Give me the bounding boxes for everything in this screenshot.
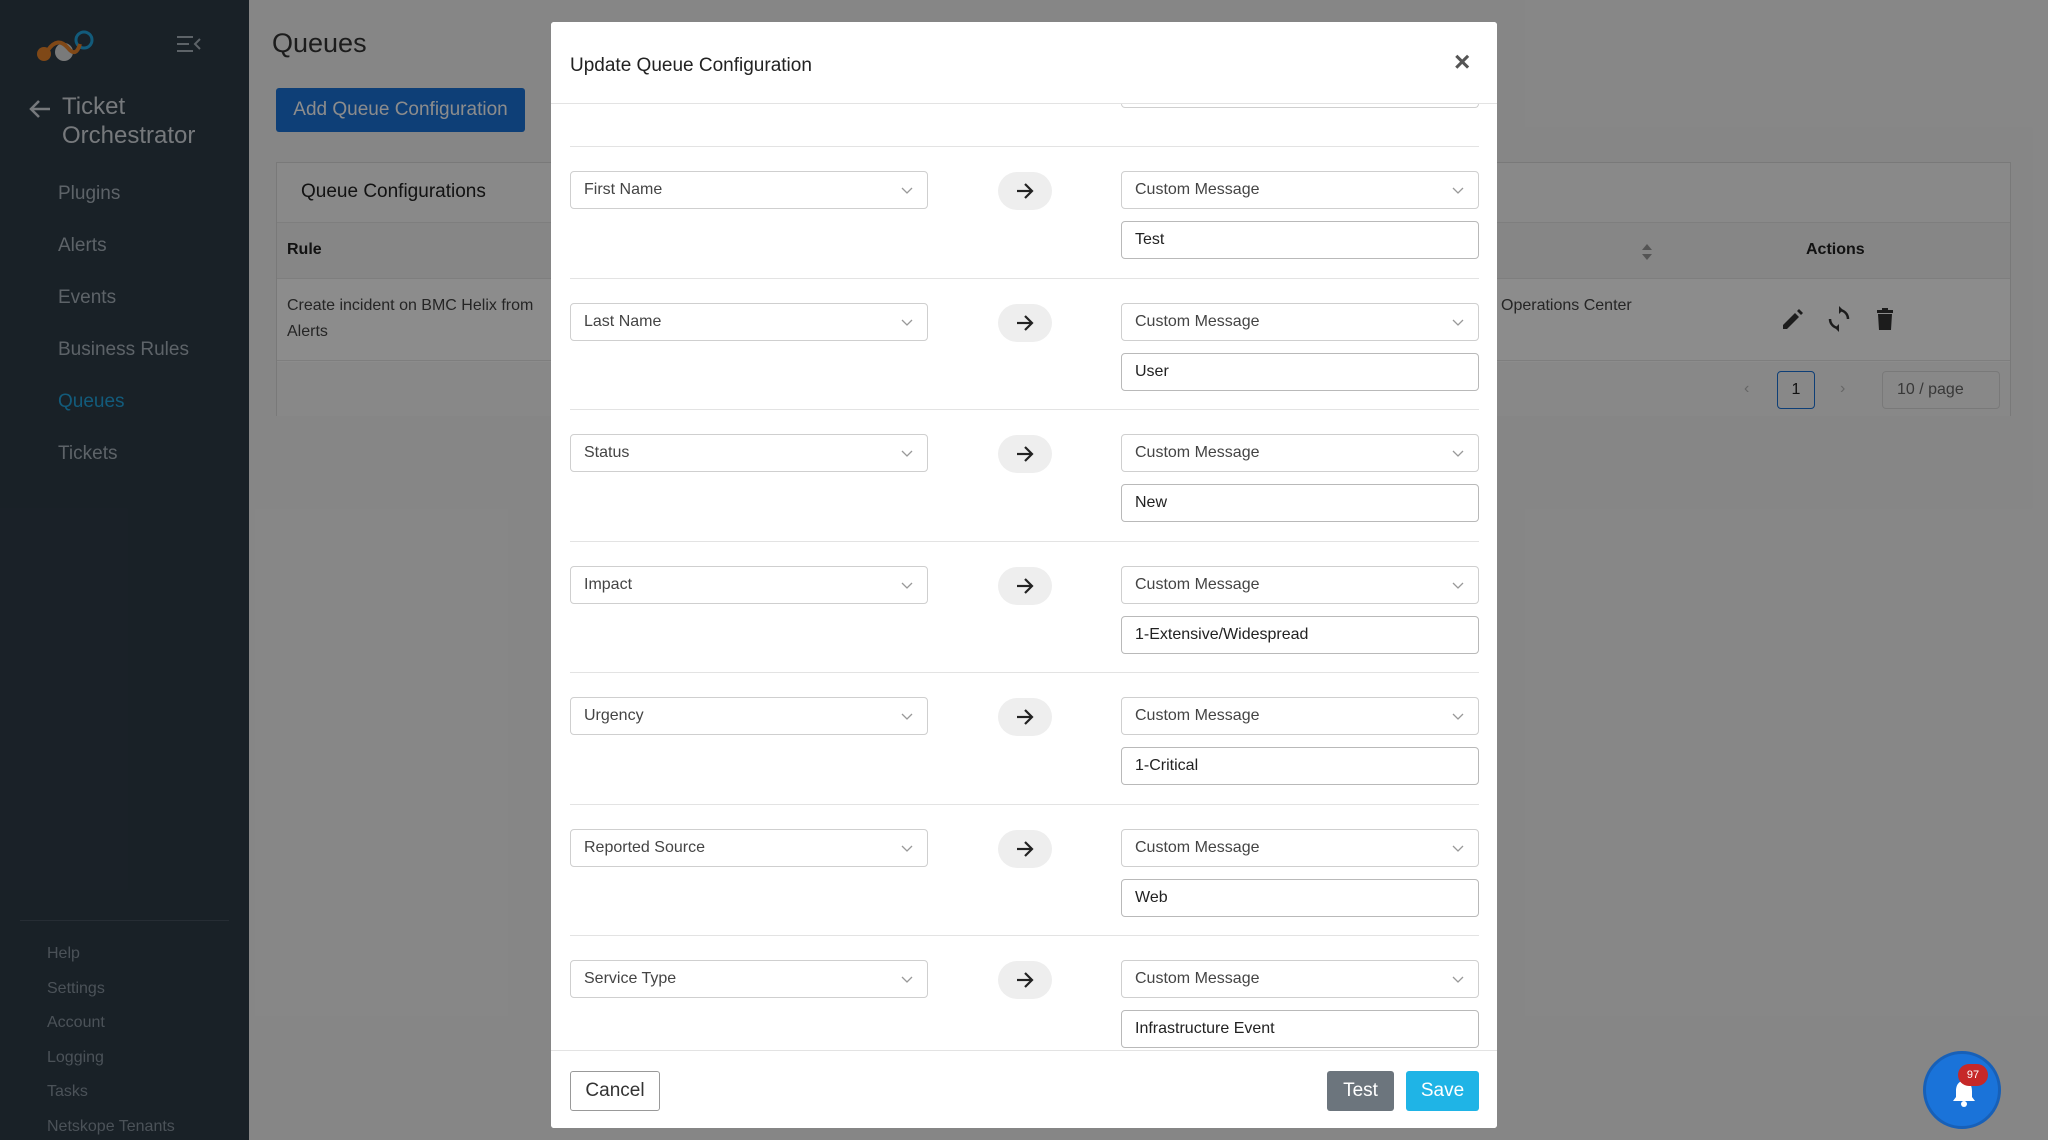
field-mapping-row: Urgency Custom Message: [570, 672, 1479, 804]
source-field-value: Service Type: [584, 970, 677, 987]
map-arrow-button[interactable]: [998, 566, 1052, 605]
chevron-down-icon: [1452, 582, 1464, 589]
arrow-right-icon: [1017, 577, 1034, 594]
chevron-down-icon: [901, 187, 913, 194]
source-field-select[interactable]: Reported Source: [570, 828, 928, 867]
source-field-select[interactable]: Last Name: [570, 302, 928, 341]
source-field-value: Status: [584, 444, 630, 461]
target-type-value: Custom Message: [1135, 444, 1260, 461]
field-mapping-row: Impact Custom Message: [570, 540, 1479, 673]
source-field-select[interactable]: Status: [570, 434, 928, 472]
map-arrow-button[interactable]: [998, 435, 1052, 473]
map-arrow-button[interactable]: [998, 961, 1052, 999]
source-field-value: First Name: [584, 181, 663, 198]
chevron-down-icon: [1452, 187, 1464, 194]
target-type-value: Custom Message: [1135, 181, 1260, 198]
chevron-down-icon: [901, 976, 913, 983]
custom-message-input[interactable]: [1121, 615, 1479, 654]
arrow-right-icon: [1017, 446, 1034, 462]
map-arrow-button[interactable]: [998, 829, 1052, 868]
modal-footer: Cancel Test Save: [551, 1050, 1497, 1128]
custom-message-input[interactable]: [1121, 1010, 1479, 1048]
field-mapping-row: Service Type Custom Message: [570, 935, 1479, 1067]
field-mapping-row: Reported Source Custom Message: [570, 803, 1479, 936]
target-type-value: Custom Message: [1135, 838, 1260, 856]
custom-message-input[interactable]: [1121, 352, 1479, 391]
field-mapping-row: First Name Custom Message: [570, 146, 1479, 278]
chevron-down-icon: [901, 845, 913, 852]
field-mapping-row: Last Name Custom Message: [570, 277, 1479, 410]
notification-count-badge: 97: [1958, 1064, 1988, 1086]
chevron-down-icon: [1452, 319, 1464, 326]
modal-title: Update Queue Configuration: [570, 55, 812, 76]
chevron-down-icon: [901, 450, 913, 457]
custom-message-input[interactable]: [1121, 221, 1479, 259]
source-field-value: Last Name: [584, 312, 662, 330]
chevron-down-icon: [1452, 845, 1464, 852]
source-field-select[interactable]: Urgency: [570, 697, 928, 735]
chevron-down-icon: [1452, 450, 1464, 457]
source-field-select[interactable]: Service Type: [570, 960, 928, 998]
arrow-right-icon: [1017, 972, 1034, 988]
source-field-select[interactable]: Impact: [570, 565, 928, 604]
arrow-right-icon: [1017, 314, 1034, 331]
modal-header: Update Queue Configuration ×: [551, 22, 1497, 104]
target-type-select[interactable]: Custom Message: [1121, 828, 1479, 867]
arrow-right-icon: [1017, 709, 1034, 725]
test-button[interactable]: Test: [1327, 1071, 1394, 1111]
custom-message-input[interactable]: [1121, 878, 1479, 917]
chevron-down-icon: [901, 319, 913, 326]
arrow-right-icon: [1017, 183, 1034, 199]
target-type-value: Custom Message: [1135, 707, 1260, 724]
target-type-value: Custom Message: [1135, 312, 1260, 330]
cancel-button[interactable]: Cancel: [570, 1071, 660, 1111]
source-field-select[interactable]: First Name: [570, 171, 928, 209]
notifications-button[interactable]: 97: [1923, 1051, 2001, 1129]
partial-input[interactable]: [1121, 104, 1479, 108]
map-arrow-button[interactable]: [998, 172, 1052, 210]
field-mapping-row: Status Custom Message: [570, 409, 1479, 541]
map-arrow-button[interactable]: [998, 698, 1052, 736]
source-field-value: Impact: [584, 575, 633, 593]
target-type-value: Custom Message: [1135, 575, 1260, 593]
arrow-right-icon: [1017, 840, 1034, 857]
custom-message-input[interactable]: [1121, 484, 1479, 522]
target-type-select[interactable]: Custom Message: [1121, 697, 1479, 735]
modal-body: First Name Custom Message Last Name Custom …: [551, 104, 1497, 1070]
target-type-select[interactable]: Custom Message: [1121, 960, 1479, 998]
save-button[interactable]: Save: [1406, 1071, 1479, 1111]
update-queue-configuration-modal: Update Queue Configuration × First Name C…: [551, 22, 1497, 1128]
chevron-down-icon: [901, 582, 913, 589]
chevron-down-icon: [901, 713, 913, 720]
target-type-select[interactable]: Custom Message: [1121, 171, 1479, 209]
chevron-down-icon: [1452, 713, 1464, 720]
close-icon[interactable]: ×: [1454, 46, 1470, 78]
source-field-value: Reported Source: [584, 838, 705, 856]
source-field-value: Urgency: [584, 707, 644, 724]
target-type-select[interactable]: Custom Message: [1121, 434, 1479, 472]
chevron-down-icon: [1452, 976, 1464, 983]
target-type-select[interactable]: Custom Message: [1121, 565, 1479, 604]
custom-message-input[interactable]: [1121, 747, 1479, 785]
target-type-select[interactable]: Custom Message: [1121, 302, 1479, 341]
map-arrow-button[interactable]: [998, 303, 1052, 342]
target-type-value: Custom Message: [1135, 970, 1260, 987]
